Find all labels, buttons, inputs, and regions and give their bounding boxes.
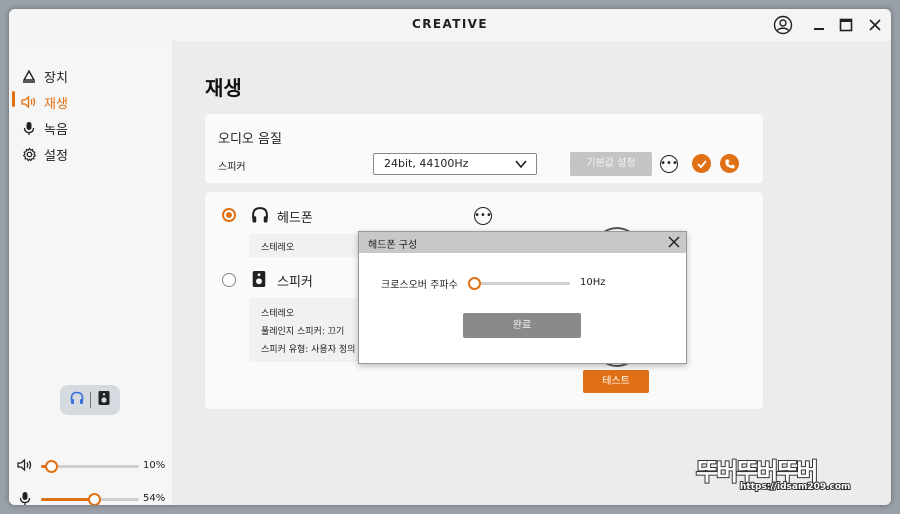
test-button[interactable]: 테스트	[583, 370, 649, 393]
speaker-detail: 스테레오	[261, 309, 295, 319]
page-title: 재생	[205, 76, 242, 100]
account-button[interactable]	[773, 15, 793, 35]
close-icon	[869, 19, 881, 31]
headphone-radio[interactable]	[222, 208, 236, 222]
speaker-detail: 풀레인지 스피커: 끄기	[261, 327, 345, 337]
dialog-title: 헤드폰 구성	[368, 240, 418, 251]
speaker-box-icon[interactable]	[97, 390, 111, 410]
microphone-icon	[21, 120, 37, 136]
minimize-button[interactable]	[809, 15, 829, 35]
crossover-knob[interactable]	[468, 277, 481, 290]
volume-value: 10%	[143, 460, 166, 471]
watermark: 뚜버뚜버뚜버 https://idsam209.com	[695, 452, 886, 498]
format-value: 24bit, 44100Hz	[384, 157, 469, 170]
maximize-button[interactable]	[836, 15, 856, 35]
mic-value: 54%	[143, 493, 166, 504]
speaker-detail: 스피커 유형: 사용자 정의	[261, 345, 356, 355]
headphone-details: 스테레오	[249, 234, 361, 257]
audio-quality-card: 오디오 음질 스피커 24bit, 44100Hz 기본값 설정 •••	[205, 114, 763, 183]
device-label: 스피커	[218, 162, 246, 173]
volume-knob[interactable]	[44, 460, 58, 473]
headphones-icon[interactable]	[69, 390, 85, 410]
brand-logo: CREATIVE	[412, 17, 488, 31]
device-icon	[21, 68, 37, 84]
speaker-label: 스피커	[277, 275, 313, 290]
speaker-box-icon	[251, 269, 267, 293]
sidebar-item-settings[interactable]: 설정	[21, 143, 68, 165]
toggle-divider	[90, 392, 92, 408]
mic-slider-row: 54%	[17, 490, 167, 505]
more-icon: •••	[660, 158, 678, 169]
headphone-detail: 스테레오	[261, 243, 295, 253]
phone-icon	[725, 159, 734, 168]
sidebar-item-label: 장치	[44, 70, 68, 86]
app-window: CREATIVE 장치 재생 녹음 설정 10% 54% 재생 오디오 음질 스…	[9, 9, 891, 505]
speaker-icon	[21, 94, 37, 110]
minimize-icon	[814, 28, 824, 30]
headphone-label: 헤드폰	[277, 211, 313, 226]
headphone-config-dialog: 헤드폰 구성 크로스오버 주파수 10Hz 완료	[358, 231, 687, 364]
check-button[interactable]	[692, 154, 711, 173]
mic-fill	[41, 498, 94, 501]
sidebar-item-label: 설정	[44, 148, 68, 164]
maximize-icon	[839, 18, 853, 32]
volume-slider[interactable]	[41, 460, 139, 473]
speaker-details: 스테레오 풀레인지 스피커: 끄기 스피커 유형: 사용자 정의	[249, 298, 361, 362]
speaker-radio[interactable]	[222, 273, 236, 287]
user-icon	[773, 15, 793, 35]
dialog-header: 헤드폰 구성	[359, 232, 686, 253]
headphone-more-button[interactable]: •••	[474, 207, 492, 225]
sidebar-item-label: 녹음	[44, 122, 68, 138]
chevron-down-icon	[515, 160, 527, 169]
watermark-url: https://idsam209.com	[739, 481, 851, 493]
volume-slider-row: 10%	[17, 457, 167, 475]
close-button[interactable]	[865, 15, 885, 35]
close-icon[interactable]	[667, 235, 681, 249]
sidebar-item-label: 재생	[44, 96, 68, 112]
audio-quality-title: 오디오 음질	[218, 132, 282, 147]
mic-slider[interactable]	[41, 493, 139, 505]
headphones-icon	[250, 205, 270, 229]
sidebar-item-playback[interactable]: 재생	[21, 91, 68, 113]
mic-knob[interactable]	[87, 493, 101, 505]
output-toggle[interactable]	[60, 385, 120, 415]
format-select[interactable]: 24bit, 44100Hz	[373, 153, 537, 175]
sidebar: 장치 재생 녹음 설정 10% 54%	[9, 41, 172, 505]
title-bar: CREATIVE	[9, 9, 891, 41]
phone-button[interactable]	[720, 154, 739, 173]
sidebar-item-recording[interactable]: 녹음	[21, 117, 68, 139]
gear-icon	[21, 146, 37, 162]
microphone-icon	[17, 491, 33, 505]
volume-icon	[17, 458, 33, 474]
sidebar-item-device[interactable]: 장치	[21, 65, 68, 87]
active-indicator	[12, 91, 15, 107]
set-default-button[interactable]: 기본값 설정	[570, 152, 652, 176]
crossover-value: 10Hz	[580, 277, 606, 288]
crossover-label: 크로스오버 주파수	[381, 280, 458, 291]
done-button[interactable]: 완료	[463, 313, 581, 338]
crossover-slider[interactable]	[472, 282, 570, 285]
more-icon: •••	[474, 210, 492, 221]
more-options-button[interactable]: •••	[660, 155, 678, 173]
check-icon	[696, 159, 707, 168]
